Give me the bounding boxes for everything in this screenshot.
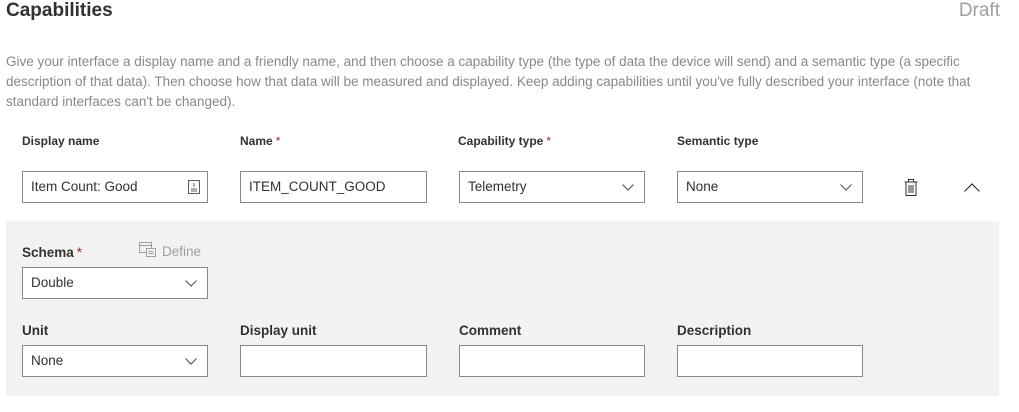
define-label: Define [162, 244, 202, 259]
comment-input[interactable] [459, 345, 645, 377]
semantic-type-value: None [686, 179, 719, 194]
required-marker: * [275, 134, 281, 148]
display-unit-label: Display unit [240, 323, 317, 338]
description-label: Description [677, 323, 752, 338]
page-description: Give your interface a display name and a… [6, 54, 971, 109]
name-field[interactable]: ITEM_COUNT_GOOD [240, 171, 427, 203]
required-marker: * [76, 245, 83, 260]
header: Capabilities Draft [6, 0, 1000, 24]
schema-dropdown[interactable]: Double [22, 267, 208, 299]
semantic-type-dropdown[interactable]: None [677, 171, 863, 203]
define-schema-icon [139, 242, 156, 262]
trash-icon[interactable] [899, 175, 923, 199]
semantic-type-label: Semantic type [677, 134, 759, 148]
name-label: Name * [240, 134, 281, 148]
capability-type-label: Capability type * [458, 134, 552, 148]
display-name-value: Item Count: Good [31, 179, 138, 194]
name-value: ITEM_COUNT_GOOD [249, 179, 386, 194]
capability-type-value: Telemetry [468, 179, 527, 194]
chevron-up-icon[interactable] [960, 175, 984, 199]
unit-value: None [31, 353, 64, 368]
display-unit-input[interactable] [240, 345, 427, 377]
display-name-label: Display name [22, 134, 100, 148]
page-title: Capabilities [6, 0, 113, 21]
display-name-field[interactable]: Item Count: Good [22, 171, 208, 203]
chevron-down-icon [184, 346, 198, 376]
comment-label: Comment [459, 323, 522, 338]
define-button[interactable]: Define [139, 242, 201, 262]
capability-type-dropdown[interactable]: Telemetry [459, 171, 645, 203]
unit-dropdown[interactable]: None [22, 345, 208, 377]
chevron-down-icon [184, 268, 198, 298]
unit-label: Unit [22, 323, 49, 338]
required-marker: * [546, 134, 552, 148]
schema-label: Schema * [22, 245, 83, 260]
chevron-down-icon [839, 172, 853, 202]
description-input[interactable] [677, 345, 863, 377]
localize-icon[interactable] [187, 172, 201, 202]
status-badge: Draft [958, 0, 1000, 21]
schema-value: Double [31, 275, 74, 290]
chevron-down-icon [621, 172, 635, 202]
